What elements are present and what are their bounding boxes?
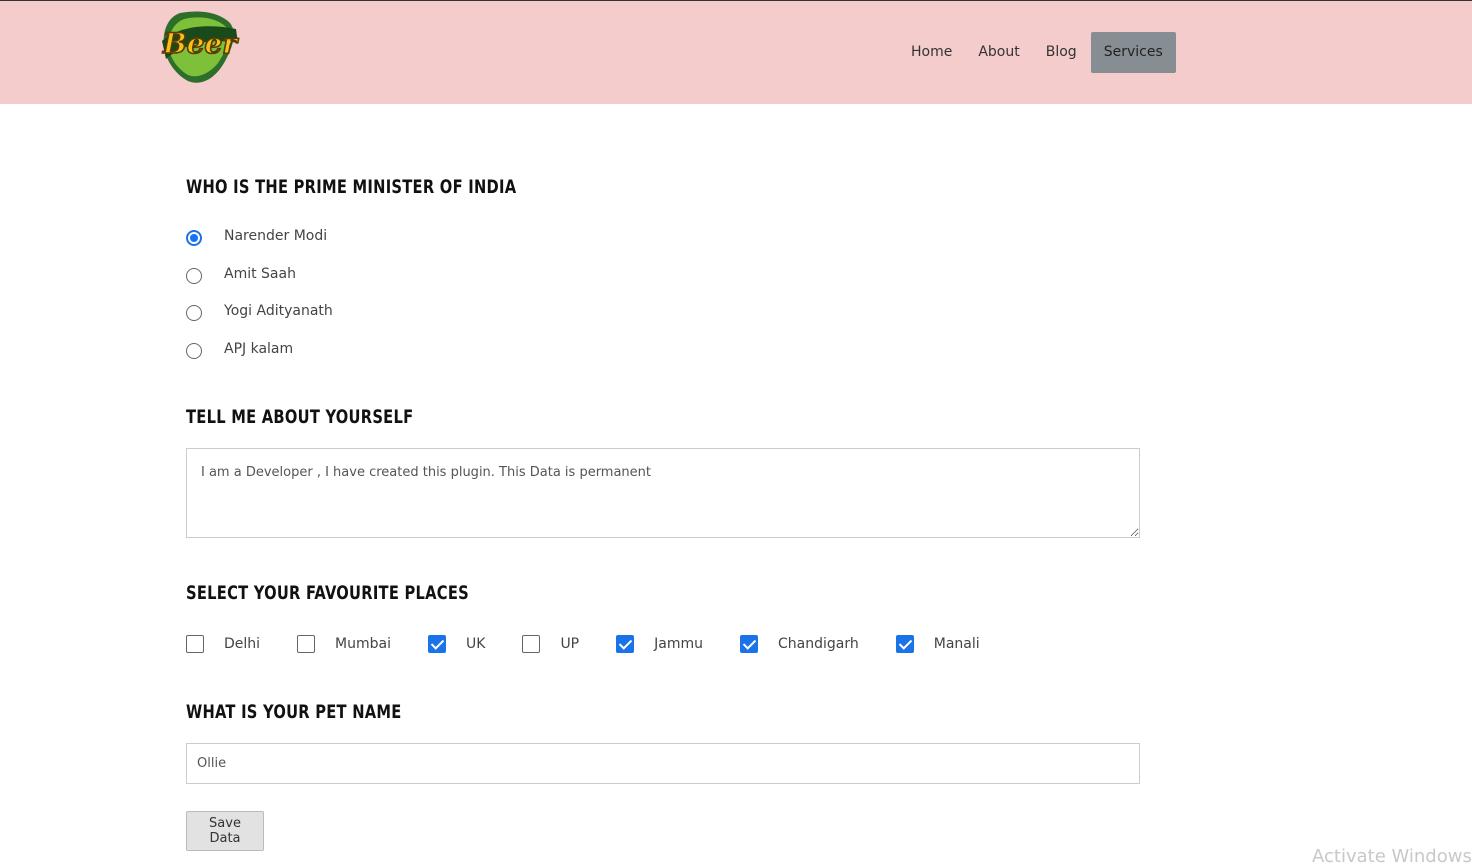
question-pm-title: Who is the Prime Minister of India	[186, 176, 517, 198]
radio-unchecked-icon[interactable]	[186, 268, 202, 284]
checkbox-checked-icon[interactable]	[740, 635, 758, 653]
nav-blog[interactable]: Blog	[1033, 32, 1090, 73]
nav-about[interactable]: About	[965, 32, 1032, 73]
checkbox-manali[interactable]: Manali	[895, 635, 980, 653]
save-data-button[interactable]: Save Data	[186, 811, 264, 851]
radio-option-amit-saah[interactable]: Amit Saah	[186, 262, 296, 286]
activate-windows-watermark: Activate Windows	[1312, 846, 1472, 867]
checkbox-delhi[interactable]: Delhi	[186, 635, 260, 653]
checkbox-unchecked-icon[interactable]	[297, 635, 316, 653]
checkbox-label: Chandigarh	[778, 636, 859, 652]
radio-unchecked-icon[interactable]	[186, 343, 202, 359]
radio-option-narender-modi[interactable]: Narender Modi	[186, 224, 327, 248]
checkbox-checked-icon[interactable]	[428, 635, 446, 653]
radio-label: APJ kalam	[224, 341, 294, 357]
checkbox-label: UK	[466, 636, 486, 652]
pet-name-input[interactable]	[186, 743, 1140, 784]
checkbox-chandigarh[interactable]: Chandigarh	[740, 635, 859, 653]
radio-label: Narender Modi	[224, 228, 328, 244]
checkbox-jammu[interactable]: Jammu	[616, 635, 703, 653]
checkbox-label: Mumbai	[335, 636, 391, 652]
checkbox-up[interactable]: UP	[522, 635, 579, 653]
svg-text:Beer: Beer	[162, 27, 239, 60]
checkbox-label: Jammu	[654, 636, 703, 652]
main-nav: Home About Blog Services	[898, 32, 1176, 73]
radio-label: Yogi Adityanath	[224, 303, 333, 319]
site-header: Beer Home About Blog Services	[0, 1, 1472, 104]
places-checkbox-group: Delhi Mumbai UK UP Jammu Chandigarh Mana…	[186, 632, 1017, 656]
radio-unchecked-icon[interactable]	[186, 305, 202, 321]
checkbox-unchecked-icon[interactable]	[186, 635, 204, 653]
radio-label: Amit Saah	[224, 266, 296, 282]
question-places-title: Select your favourite places	[186, 582, 469, 604]
nav-home[interactable]: Home	[898, 32, 965, 73]
radio-checked-icon[interactable]	[186, 230, 202, 246]
checkbox-label: Delhi	[224, 636, 261, 652]
checkbox-label: Manali	[933, 636, 980, 652]
beer-logo-icon[interactable]: Beer	[158, 9, 242, 87]
checkbox-unchecked-icon[interactable]	[522, 635, 541, 653]
radio-option-apj-kalam[interactable]: APJ kalam	[186, 337, 293, 361]
about-yourself-textarea[interactable]: I am a Developer , I have created this p…	[186, 448, 1140, 538]
question-about-title: Tell me about yourself	[186, 406, 414, 428]
nav-services[interactable]: Services	[1090, 32, 1176, 73]
checkbox-mumbai[interactable]: Mumbai	[297, 635, 391, 653]
checkbox-checked-icon[interactable]	[616, 635, 635, 653]
radio-option-yogi-adityanath[interactable]: Yogi Adityanath	[186, 299, 333, 323]
question-pet-title: What is your pet name	[186, 701, 402, 723]
checkbox-checked-icon[interactable]	[895, 635, 914, 653]
checkbox-label: UP	[560, 636, 580, 652]
checkbox-uk[interactable]: UK	[428, 635, 485, 653]
